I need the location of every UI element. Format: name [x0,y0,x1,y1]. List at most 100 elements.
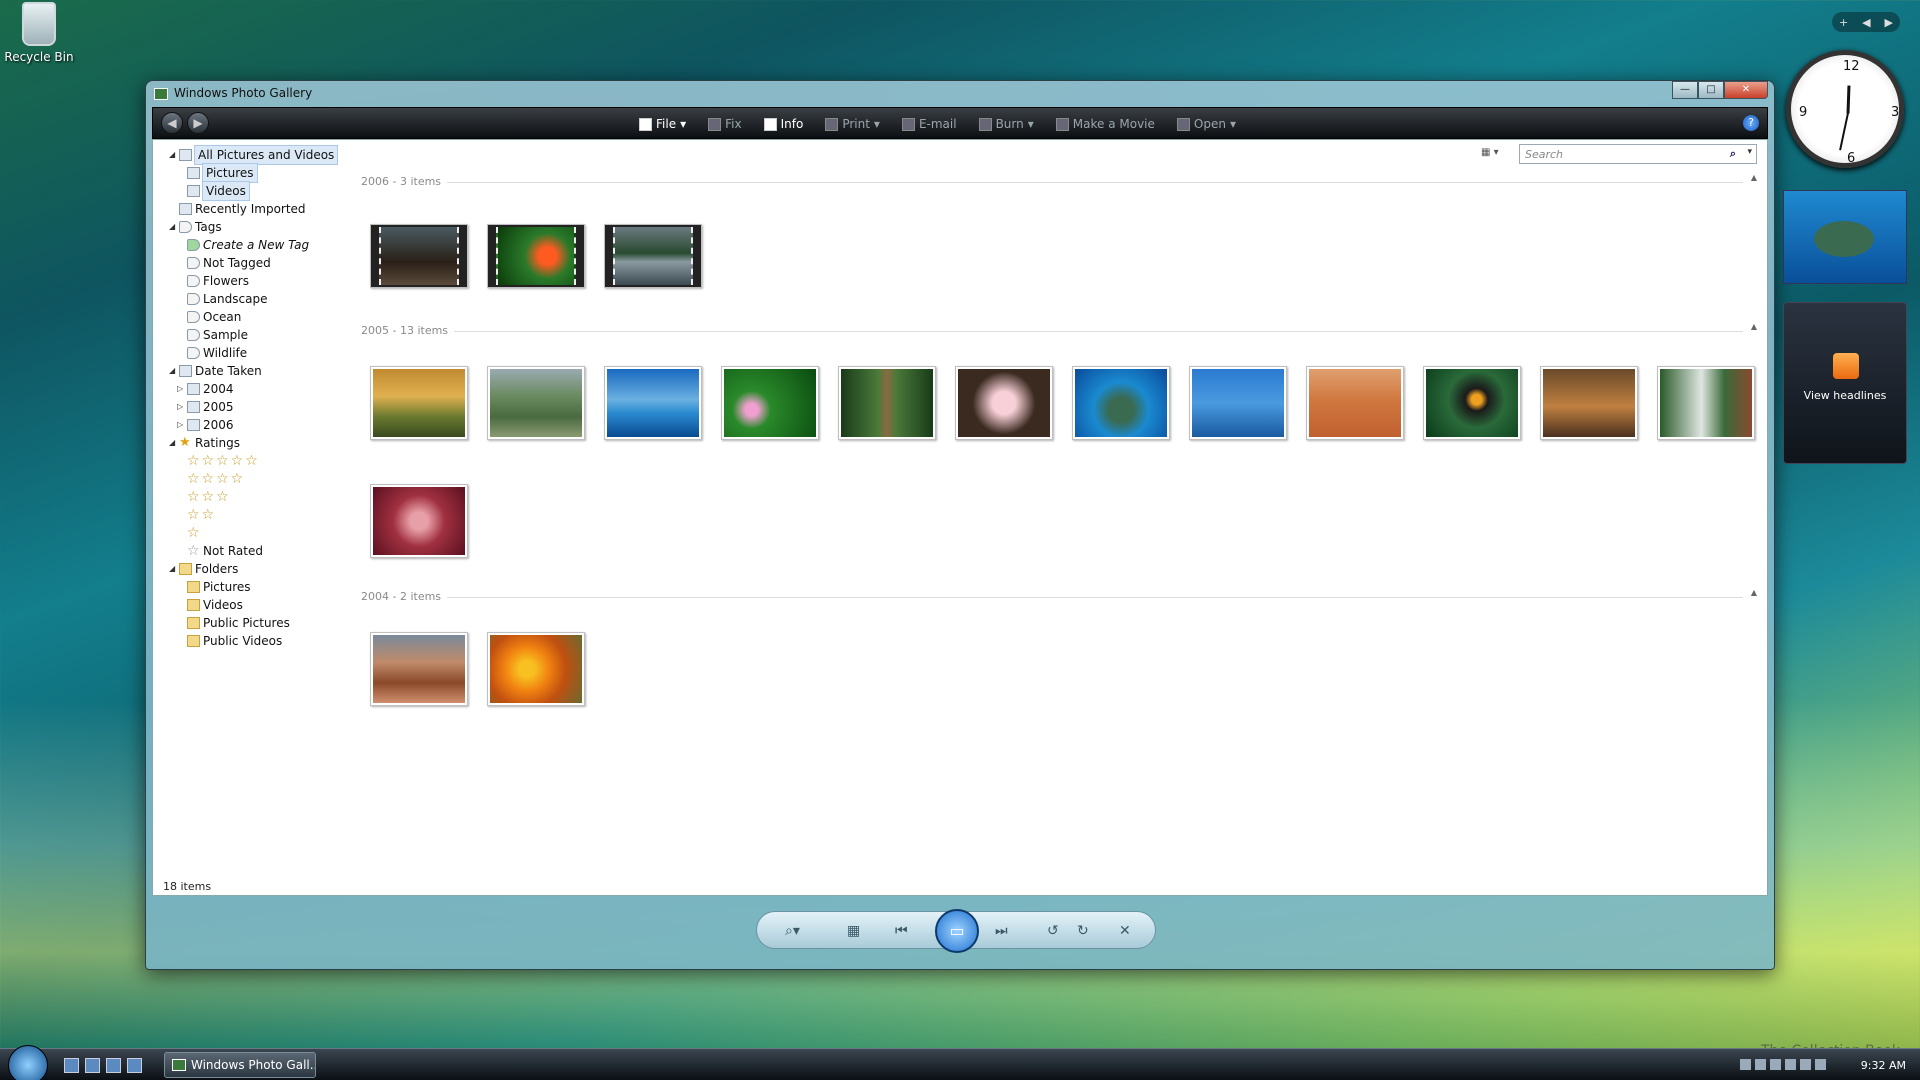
nav-year-2004[interactable]: ▷ 2004 [153,380,353,398]
photo-thumbnail[interactable] [1306,366,1404,440]
group-header-2006[interactable]: 2006 - 3 items ▲ [361,173,1757,189]
photo-thumbnail[interactable] [1657,366,1755,440]
nav-folder-public-pictures[interactable]: Public Pictures [153,614,353,632]
video-thumbnail[interactable] [370,224,468,288]
nav-rating-4[interactable]: ☆☆☆☆ [153,470,353,488]
nav-not-rated[interactable]: ☆ Not Rated [153,542,353,560]
network-icon[interactable] [1740,1059,1751,1070]
video-thumbnail[interactable] [487,224,585,288]
nav-year-2006[interactable]: ▷ 2006 [153,416,353,434]
media-player-icon[interactable] [127,1058,142,1073]
add-gadget-icon[interactable]: + [1839,16,1848,29]
nav-recently-imported[interactable]: Recently Imported [153,200,353,218]
view-options-button[interactable]: ▦ ▾ [1481,147,1509,161]
nav-ratings[interactable]: ◢ ★ Ratings [153,434,353,452]
nav-all-pictures-videos[interactable]: ◢ All Pictures and Videos [153,145,353,165]
nav-folder-public-videos[interactable]: Public Videos [153,632,353,650]
video-thumbnail[interactable] [604,224,702,288]
photo-thumbnail[interactable] [838,366,936,440]
photo-thumbnail[interactable] [370,484,468,558]
photo-thumbnail[interactable] [1540,366,1638,440]
clock-time[interactable]: 9:32 AM [1861,1059,1906,1072]
volume-icon[interactable] [1815,1059,1826,1070]
nav-year-2005[interactable]: ▷ 2005 [153,398,353,416]
feed-headlines-gadget[interactable]: View headlines [1783,302,1907,464]
previous-icon[interactable]: ⏮ [895,923,908,939]
clock-gadget[interactable]: 12 3 6 9 [1786,50,1904,168]
photo-thumbnail[interactable] [370,632,468,706]
nav-rating-1[interactable]: ☆ [153,524,353,542]
nav-tag-ocean[interactable]: Ocean [153,308,353,326]
photo-thumbnail[interactable] [1423,366,1521,440]
photo-thumbnail[interactable] [1072,366,1170,440]
view-headlines-label[interactable]: View headlines [1784,389,1906,402]
forward-button[interactable]: ▶ [187,112,209,134]
back-button[interactable]: ◀ [161,112,183,134]
nav-tag-flowers[interactable]: Flowers [153,272,353,290]
nav-rating-5[interactable]: ☆☆☆☆☆ [153,452,353,470]
open-button[interactable]: Open ▾ [1166,117,1247,131]
help-button[interactable]: ? [1743,115,1759,131]
nav-tag-wildlife[interactable]: Wildlife [153,344,353,362]
start-button[interactable] [8,1045,48,1080]
print-button[interactable]: Print ▾ [814,117,891,131]
nav-tags[interactable]: ◢ Tags [153,218,353,236]
nav-date-taken[interactable]: ◢ Date Taken [153,362,353,380]
taskbar-photo-gallery-button[interactable]: Windows Photo Gall... [164,1052,316,1078]
group-header-2004[interactable]: 2004 - 2 items ▲ [361,588,1757,604]
burn-button[interactable]: Burn ▾ [968,117,1045,131]
grid-view-icon[interactable]: ▦ [847,923,860,939]
nav-tag-landscape[interactable]: Landscape [153,290,353,308]
security-icon[interactable] [1755,1059,1766,1070]
rotate-left-icon[interactable]: ↺ [1047,923,1059,939]
tag-icon [187,311,200,323]
previous-gadget-icon[interactable]: ◀ [1862,16,1870,29]
title-bar[interactable]: Windows Photo Gallery — □ ✕ [146,81,1774,107]
nav-folder-videos[interactable]: Videos [153,596,353,614]
maximize-button[interactable]: □ [1698,81,1724,99]
email-button[interactable]: E-mail [891,117,968,131]
fix-button[interactable]: Fix [697,117,752,131]
slideshow-gadget[interactable] [1783,190,1907,284]
photo-thumbnail[interactable] [721,366,819,440]
photo-thumbnail[interactable] [487,366,585,440]
photo-thumbnail[interactable] [1189,366,1287,440]
photo-thumbnail[interactable] [604,366,702,440]
delete-icon[interactable]: ✕ [1119,923,1131,939]
minimize-button[interactable]: — [1672,81,1698,99]
nav-pictures[interactable]: Pictures [153,163,353,183]
nav-create-new-tag[interactable]: Create a New Tag [153,236,353,254]
show-desktop-icon[interactable] [64,1058,79,1073]
internet-explorer-icon[interactable] [106,1058,121,1073]
nav-folder-pictures[interactable]: Pictures [153,578,353,596]
photo-thumbnail[interactable] [487,632,585,706]
next-icon[interactable]: ⏭ [995,923,1008,939]
nav-videos[interactable]: Videos [153,181,353,201]
slideshow-button[interactable]: ▭ [935,909,979,953]
power-icon[interactable] [1800,1059,1811,1070]
close-button[interactable]: ✕ [1724,81,1768,99]
search-input[interactable]: Search ⌕ ▾ [1519,144,1757,164]
nav-rating-3[interactable]: ☆☆☆ [153,488,353,506]
rotate-right-icon[interactable]: ↻ [1077,923,1089,939]
nav-folders[interactable]: ◢ Folders [153,560,353,578]
collapse-arrow-icon[interactable]: ▲ [1751,322,1757,331]
photo-thumbnail[interactable] [955,366,1053,440]
file-menu-button[interactable]: File ▾ [628,117,697,131]
sync-icon[interactable] [1770,1059,1781,1070]
collapse-arrow-icon[interactable]: ▲ [1751,173,1757,182]
switch-windows-icon[interactable] [85,1058,100,1073]
next-gadget-icon[interactable]: ▶ [1885,16,1893,29]
group-header-2005[interactable]: 2005 - 13 items ▲ [361,322,1757,338]
photo-thumbnail[interactable] [370,366,468,440]
make-movie-button[interactable]: Make a Movie [1045,117,1166,131]
collapse-arrow-icon[interactable]: ▲ [1751,588,1757,597]
nav-tag-not-tagged[interactable]: Not Tagged [153,254,353,272]
update-icon[interactable] [1785,1059,1796,1070]
chevron-down-icon[interactable]: ▾ [1747,147,1752,157]
nav-rating-2[interactable]: ☆☆ [153,506,353,524]
nav-tag-sample[interactable]: Sample [153,326,353,344]
zoom-icon[interactable]: ⌕▾ [785,923,800,939]
recycle-bin-icon[interactable]: Recycle Bin [4,2,74,64]
info-button[interactable]: Info [753,117,815,131]
